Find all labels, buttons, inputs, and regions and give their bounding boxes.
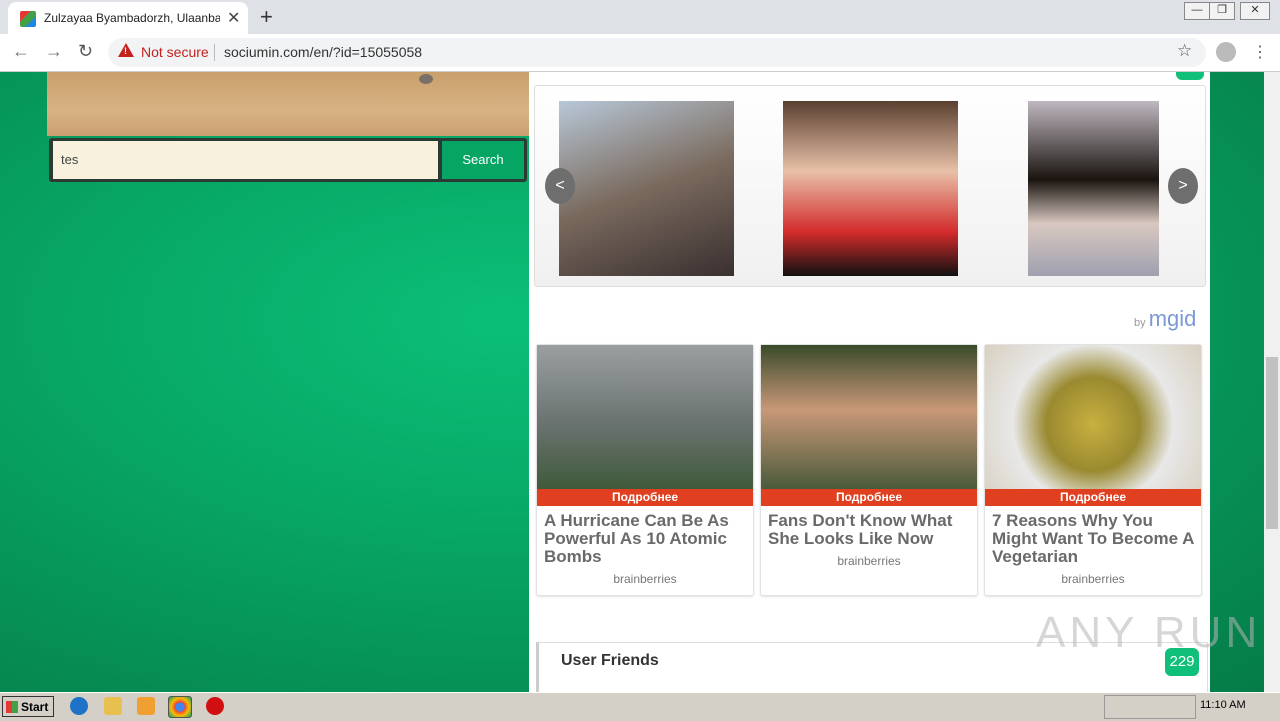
- ad-source: brainberries: [837, 554, 901, 568]
- url-text[interactable]: sociumin.com/en/?id=15055058: [224, 44, 422, 60]
- windows-logo-icon: [6, 701, 18, 713]
- profile-avatar-icon[interactable]: [1216, 42, 1236, 62]
- new-tab-button[interactable]: +: [260, 4, 273, 30]
- ad-source: brainberries: [613, 572, 677, 586]
- carousel-next-button[interactable]: >: [1168, 168, 1198, 204]
- address-bar[interactable]: ! Not secure sociumin.com/en/?id=1505505…: [108, 38, 1206, 67]
- page-scrollbar[interactable]: [1264, 72, 1280, 692]
- bookmark-star-icon[interactable]: ☆: [1177, 41, 1192, 61]
- minimize-button[interactable]: —: [1184, 2, 1210, 20]
- divider: [214, 44, 215, 61]
- tab-title: Zulzayaa Byambadorzh, Ulaanbaatar: [44, 11, 220, 25]
- page-content: tes Search < > by mgid Подробнее A Hurri…: [0, 72, 1264, 692]
- reload-icon[interactable]: ↻: [78, 41, 93, 62]
- clock: 11:10 AM: [1200, 699, 1246, 711]
- menu-dots-icon[interactable]: ⋮: [1252, 42, 1268, 62]
- chrome-icon[interactable]: [168, 696, 192, 718]
- ad-image[interactable]: [985, 345, 1201, 489]
- start-button[interactable]: Start: [2, 696, 54, 717]
- carousel-photo[interactable]: [783, 101, 958, 276]
- search-input[interactable]: tes: [53, 141, 438, 179]
- ad-provider-logo[interactable]: by mgid: [1134, 306, 1196, 332]
- media-player-icon[interactable]: [137, 697, 155, 715]
- ad-cta-button[interactable]: Подробнее: [537, 489, 753, 506]
- section-title: User Friends: [561, 652, 659, 669]
- search-bar: tes Search: [49, 138, 527, 182]
- ie-icon[interactable]: [70, 697, 88, 715]
- ad-card[interactable]: Подробнее 7 Reasons Why You Might Want T…: [984, 344, 1202, 596]
- folder-icon[interactable]: [104, 697, 122, 715]
- window-close-button[interactable]: ✕: [1240, 2, 1270, 20]
- profile-cover-image: [47, 72, 529, 136]
- anyrun-watermark: ANY RUN: [1036, 608, 1262, 657]
- ad-headline[interactable]: A Hurricane Can Be As Powerful As 10 Ato…: [544, 512, 750, 566]
- search-button[interactable]: Search: [442, 141, 524, 179]
- back-icon[interactable]: ←: [12, 41, 30, 62]
- photo-carousel: < >: [534, 85, 1206, 287]
- ad-headline[interactable]: 7 Reasons Why You Might Want To Become A…: [992, 512, 1198, 566]
- ad-image[interactable]: [537, 345, 753, 489]
- right-column: < > by mgid Подробнее A Hurricane Can Be…: [529, 72, 1210, 692]
- browser-titlebar: Zulzayaa Byambadorzh, Ulaanbaatar ✕ + — …: [0, 0, 1280, 34]
- ad-card[interactable]: Подробнее A Hurricane Can Be As Powerful…: [536, 344, 754, 596]
- tab-close-icon[interactable]: ✕: [227, 8, 240, 28]
- ad-source: brainberries: [1061, 572, 1125, 586]
- carousel-photo[interactable]: [1028, 101, 1159, 276]
- site-favicon-icon: [20, 11, 36, 27]
- windows-taskbar: Start 11:10 AM: [0, 692, 1280, 721]
- security-status[interactable]: Not secure: [141, 44, 209, 60]
- system-tray: [1104, 695, 1196, 719]
- browser-toolbar: ← → ↻ ! Not secure sociumin.com/en/?id=1…: [0, 34, 1280, 72]
- scrollbar-thumb[interactable]: [1266, 357, 1278, 529]
- opera-icon[interactable]: [206, 697, 224, 715]
- ad-cta-button[interactable]: Подробнее: [985, 489, 1201, 506]
- ad-card[interactable]: Подробнее Fans Don't Know What She Looks…: [760, 344, 978, 596]
- carousel-photo[interactable]: [559, 101, 734, 276]
- badge-decoration: [1176, 72, 1204, 80]
- ad-image[interactable]: [761, 345, 977, 489]
- ad-headline[interactable]: Fans Don't Know What She Looks Like Now: [768, 512, 974, 548]
- forward-icon[interactable]: →: [45, 41, 63, 62]
- ad-cta-button[interactable]: Подробнее: [761, 489, 977, 506]
- browser-tab[interactable]: Zulzayaa Byambadorzh, Ulaanbaatar ✕: [8, 2, 248, 34]
- restore-button[interactable]: ❐: [1209, 2, 1235, 20]
- carousel-prev-button[interactable]: <: [545, 168, 575, 204]
